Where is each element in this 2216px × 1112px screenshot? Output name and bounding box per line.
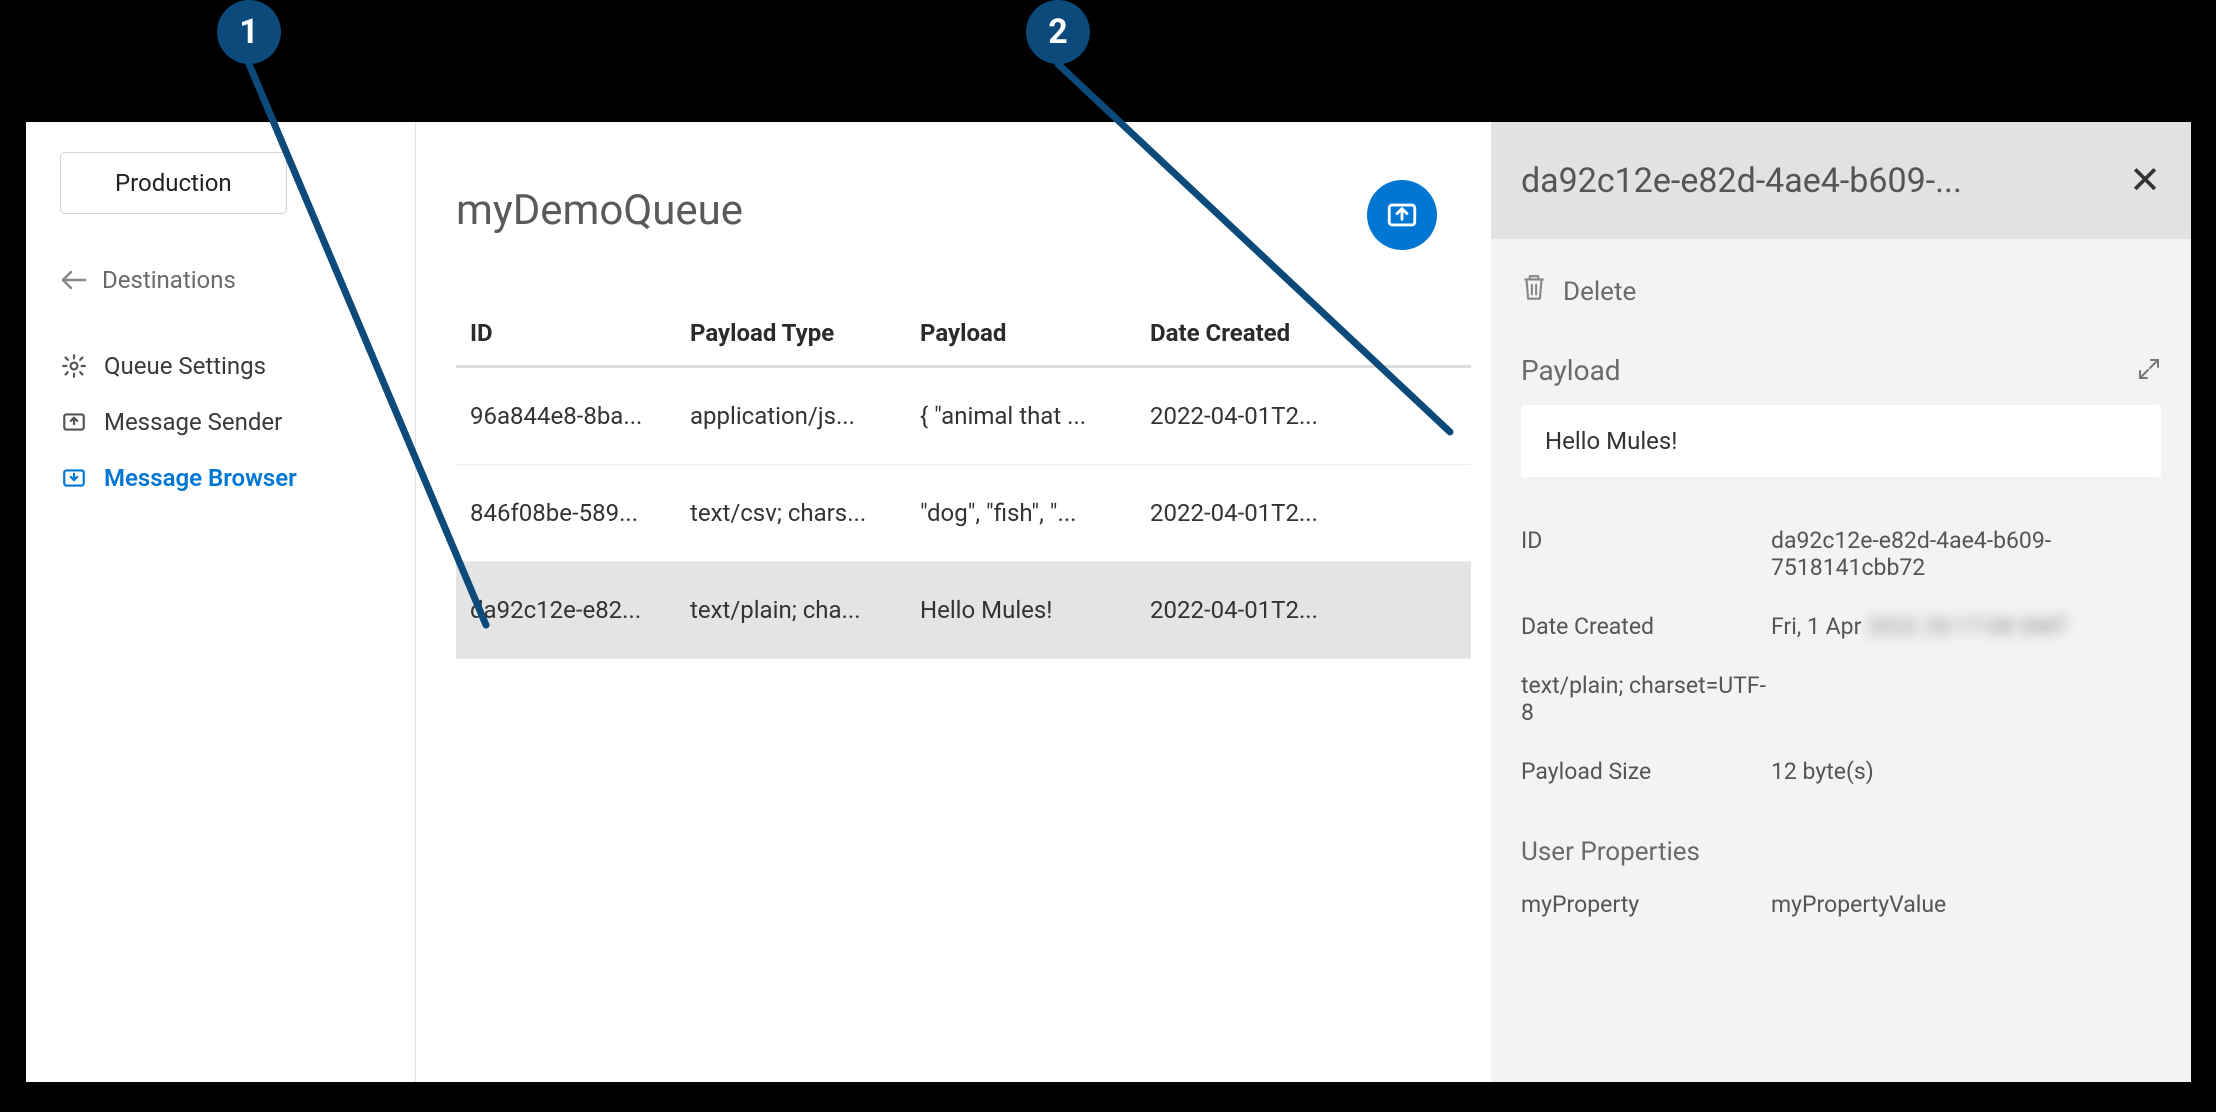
message-table: ID Payload Type Payload Date Created 96a… <box>456 301 1471 659</box>
callout-2: 2 <box>1026 0 1090 64</box>
queue-title: myDemoQueue <box>456 186 1471 235</box>
nav-message-browser[interactable]: Message Browser <box>60 450 391 506</box>
send-icon <box>60 408 88 436</box>
field-id: ID da92c12e-e82d-4ae4-b609-7518141cbb72 <box>1521 511 2161 597</box>
field-label: ID <box>1521 527 1771 581</box>
payload-content: Hello Mules! <box>1521 405 2161 477</box>
detail-panel: da92c12e-e82d-4ae4-b609-... ✕ Delete Pay… <box>1491 122 2191 1082</box>
environment-selector[interactable]: Production <box>60 152 287 214</box>
field-value: 12 byte(s) <box>1771 758 2161 785</box>
cell-date: 2022-04-01T2... <box>1150 499 1457 527</box>
gear-icon <box>60 352 88 380</box>
nav-queue-settings[interactable]: Queue Settings <box>60 338 391 394</box>
cell-type: text/csv; chars... <box>690 499 920 527</box>
detail-header: da92c12e-e82d-4ae4-b609-... ✕ <box>1491 122 2191 239</box>
cell-id: 846f08be-589... <box>470 499 690 527</box>
field-label: text/plain; charset=UTF-8 <box>1521 672 1771 726</box>
browse-icon <box>60 464 88 492</box>
back-destinations-link[interactable]: Destinations <box>60 266 391 294</box>
field-value: Fri, 1 Apr 2022 20:17:08 GMT <box>1771 613 2161 640</box>
field-label: Payload Size <box>1521 758 1771 785</box>
cell-payload: { "animal that ... <box>920 402 1150 430</box>
user-property-row: myProperty myPropertyValue <box>1521 875 2161 934</box>
sidebar: Production Destinations Queue Settings M… <box>26 122 416 1082</box>
cell-id: 96a844e8-8ba... <box>470 402 690 430</box>
arrow-left-icon <box>60 266 88 294</box>
field-date-created: Date Created Fri, 1 Apr 2022 20:17:08 GM… <box>1521 597 2161 656</box>
user-property-value: myPropertyValue <box>1771 891 2161 918</box>
cell-payload: "dog", "fish", "... <box>920 499 1150 527</box>
col-date: Date Created <box>1150 319 1457 347</box>
app-frame: Production Destinations Queue Settings M… <box>26 122 2191 1082</box>
callout-1: 1 <box>217 0 281 64</box>
field-payload-size: Payload Size 12 byte(s) <box>1521 742 2161 801</box>
nav-label: Message Sender <box>104 408 282 436</box>
user-property-key: myProperty <box>1521 891 1771 918</box>
send-message-button[interactable] <box>1367 180 1437 250</box>
table-row[interactable]: 96a844e8-8ba... application/js... { "ani… <box>456 368 1471 465</box>
field-label: Date Created <box>1521 613 1771 640</box>
trash-icon <box>1521 273 1547 310</box>
cell-type: text/plain; cha... <box>690 596 920 624</box>
user-properties-title: User Properties <box>1521 837 2161 867</box>
field-value: da92c12e-e82d-4ae4-b609-7518141cbb72 <box>1771 527 2161 581</box>
nav-label: Message Browser <box>104 464 297 492</box>
upload-icon <box>1385 198 1419 232</box>
cell-payload: Hello Mules! <box>920 596 1150 624</box>
cell-id: da92c12e-e82... <box>470 596 690 624</box>
main-panel: myDemoQueue ID Payload Type Payload Date… <box>416 122 1491 1082</box>
table-header: ID Payload Type Payload Date Created <box>456 301 1471 368</box>
col-id: ID <box>470 319 690 347</box>
nav-message-sender[interactable]: Message Sender <box>60 394 391 450</box>
nav-label: Queue Settings <box>104 352 266 380</box>
cell-date: 2022-04-01T2... <box>1150 596 1457 624</box>
table-row[interactable]: da92c12e-e82... text/plain; cha... Hello… <box>456 562 1471 659</box>
close-icon[interactable]: ✕ <box>2129 158 2161 203</box>
cell-date: 2022-04-01T2... <box>1150 402 1457 430</box>
back-label: Destinations <box>102 266 236 294</box>
delete-label: Delete <box>1563 277 1636 307</box>
field-payload-type: text/plain; charset=UTF-8 <box>1521 656 2161 742</box>
redacted-text: 2022 20:17:08 GMT <box>1867 613 2068 640</box>
detail-title: da92c12e-e82d-4ae4-b609-... <box>1521 161 1962 201</box>
cell-type: application/js... <box>690 402 920 430</box>
expand-icon[interactable] <box>2137 357 2161 385</box>
payload-section-title: Payload <box>1521 354 1621 387</box>
col-type: Payload Type <box>690 319 920 347</box>
table-row[interactable]: 846f08be-589... text/csv; chars... "dog"… <box>456 465 1471 562</box>
delete-button[interactable]: Delete <box>1521 273 2161 310</box>
col-payload: Payload <box>920 319 1150 347</box>
